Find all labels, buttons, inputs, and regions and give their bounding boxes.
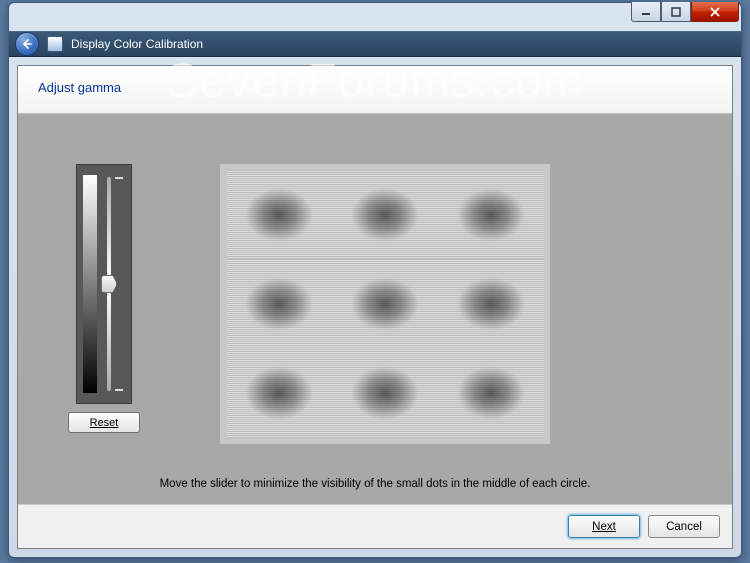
gamma-slider[interactable] <box>76 164 132 404</box>
gamma-cell <box>332 349 438 438</box>
back-button[interactable] <box>15 32 39 56</box>
minimize-icon <box>640 7 652 17</box>
window-controls <box>631 2 739 22</box>
navbar: Display Color Calibration <box>9 31 741 57</box>
reset-button[interactable]: Reset <box>68 412 140 433</box>
instruction-text: Move the slider to minimize the visibili… <box>18 470 732 504</box>
header-panel: Adjust gamma <box>18 66 732 114</box>
gamma-cell <box>438 170 544 259</box>
body-area: Reset <box>18 114 732 470</box>
gamma-cell <box>226 170 332 259</box>
slider-tick-top <box>115 177 123 179</box>
page-title: Adjust gamma <box>38 80 712 95</box>
gradient-strip <box>83 175 97 393</box>
next-button[interactable]: Next <box>568 515 640 538</box>
content-outer: Adjust gamma Reset <box>9 57 741 557</box>
gamma-cell <box>332 170 438 259</box>
gamma-cell <box>438 259 544 348</box>
slider-thumb[interactable] <box>101 275 117 293</box>
app-title: Display Color Calibration <box>71 37 203 51</box>
maximize-icon <box>670 7 682 17</box>
gamma-cell <box>226 259 332 348</box>
close-icon <box>709 7 721 17</box>
gamma-cell <box>226 349 332 438</box>
gamma-pattern-grid <box>220 164 550 444</box>
window-frame: Display Color Calibration Adjust gamma R… <box>8 2 742 558</box>
titlebar <box>9 3 741 31</box>
footer-bar: Next Cancel <box>18 504 732 548</box>
gamma-cell <box>332 259 438 348</box>
slider-column: Reset <box>68 164 140 460</box>
back-arrow-icon <box>20 37 34 51</box>
content-panel: Adjust gamma Reset <box>17 65 733 549</box>
slider-tick-bottom <box>115 389 123 391</box>
minimize-button[interactable] <box>631 2 661 22</box>
app-icon <box>47 36 63 52</box>
gamma-cell <box>438 349 544 438</box>
cancel-button[interactable]: Cancel <box>648 515 720 538</box>
close-button[interactable] <box>691 2 739 22</box>
maximize-button[interactable] <box>661 2 691 22</box>
